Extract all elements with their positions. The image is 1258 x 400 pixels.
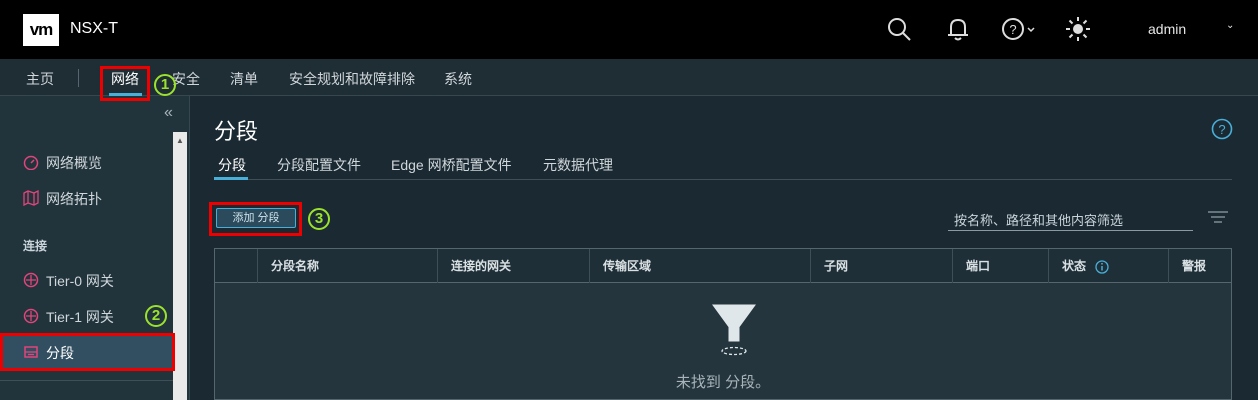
vmware-logo[interactable]: vm <box>23 14 59 46</box>
highlight-box-networking <box>100 66 150 101</box>
tab-edge-bridge-profiles[interactable]: Edge 网桥配置文件 <box>391 155 512 175</box>
tab-segments[interactable]: 分段 <box>218 155 246 175</box>
svg-text:?: ? <box>1218 122 1225 137</box>
scroll-up-icon[interactable]: ▲ <box>176 136 184 145</box>
help-icon[interactable]: ? <box>1211 118 1233 140</box>
router-icon <box>23 272 39 288</box>
user-menu[interactable]: admin <box>1148 21 1186 37</box>
sidebar-item-label: 网络概览 <box>46 155 102 171</box>
column-segment-name[interactable]: 分段名称 <box>257 249 437 283</box>
empty-state-message: 未找到 分段。 <box>675 374 771 391</box>
step-number-2: 2 <box>145 305 167 327</box>
search-icon[interactable] <box>886 16 912 42</box>
sidebar-item-label: Tier-0 网关 <box>46 273 114 289</box>
step-number-1: 1 <box>154 74 176 96</box>
highlight-box-add-segment <box>209 202 302 236</box>
page-title: 分段 <box>214 119 259 144</box>
sidebar-divider <box>0 380 173 381</box>
step-number-3: 3 <box>308 208 330 230</box>
collapse-sidebar-icon[interactable]: « <box>164 104 173 122</box>
nav-divider <box>78 69 79 87</box>
nav-system[interactable]: 系统 <box>444 69 472 89</box>
router-icon <box>23 308 39 324</box>
sidebar-item-label: Tier-1 网关 <box>46 309 114 325</box>
column-select[interactable] <box>215 249 257 283</box>
filter-empty-icon <box>712 304 756 356</box>
filter-icon[interactable] <box>1208 210 1228 224</box>
main-content: 分段 ? 分段 分段配置文件 Edge 网桥配置文件 元数据代理 添加 分段 按… <box>191 96 1258 400</box>
map-icon <box>23 190 39 206</box>
highlight-box-segments <box>0 333 175 371</box>
tab-segment-profiles[interactable]: 分段配置文件 <box>277 155 361 175</box>
nav-security[interactable]: 安全 <box>172 69 200 89</box>
sub-tabs: 分段 分段配置文件 Edge 网桥配置文件 元数据代理 <box>214 152 1232 180</box>
sun-icon[interactable] <box>1065 16 1091 42</box>
help-menu-icon[interactable]: ? <box>1001 16 1037 42</box>
chevron-down-icon[interactable]: ⌄ <box>1226 20 1234 31</box>
sidebar-section-connectivity: 连接 <box>23 239 48 253</box>
sidebar-item-network-topology[interactable]: 网络拓扑 <box>0 181 173 215</box>
tab-active-indicator <box>214 177 248 180</box>
bell-icon[interactable] <box>945 16 971 42</box>
nav-home[interactable]: 主页 <box>26 69 54 89</box>
filter-input[interactable]: 按名称、路径和其他内容筛选 <box>948 204 1193 231</box>
top-bar: vm NSX-T ? admin ⌄ <box>0 0 1258 59</box>
gauge-icon <box>23 155 39 170</box>
sidebar-item-label: 网络拓扑 <box>46 191 102 207</box>
column-ports[interactable]: 端口 <box>952 249 1048 283</box>
column-subnets[interactable]: 子网 <box>810 249 952 283</box>
info-icon[interactable] <box>1095 260 1110 274</box>
sidebar-item-tier0-gateway[interactable]: Tier-0 网关 <box>0 263 173 297</box>
column-status[interactable]: 状态 <box>1048 249 1168 283</box>
sidebar-scrollbar[interactable] <box>173 132 187 400</box>
filter-placeholder: 按名称、路径和其他内容筛选 <box>954 213 1124 228</box>
column-status-label: 状态 <box>1062 259 1087 273</box>
nav-inventory[interactable]: 清单 <box>230 69 258 89</box>
segments-table: 分段名称 连接的网关 传输区域 子网 端口 状态 警报 未找到 分段。 <box>214 248 1232 400</box>
column-alarms[interactable]: 警报 <box>1168 249 1231 283</box>
sidebar-item-network-overview[interactable]: 网络概览 <box>0 145 173 179</box>
app-title[interactable]: NSX-T <box>70 20 118 38</box>
tab-metadata-proxy[interactable]: 元数据代理 <box>543 155 613 175</box>
svg-text:?: ? <box>1009 22 1016 37</box>
table-header: 分段名称 连接的网关 传输区域 子网 端口 状态 警报 <box>215 249 1231 283</box>
column-connected-gateway[interactable]: 连接的网关 <box>437 249 589 283</box>
nav-plan-troubleshoot[interactable]: 安全规划和故障排除 <box>289 69 415 89</box>
main-nav: 主页 网络 安全 清单 安全规划和故障排除 系统 <box>0 59 1258 96</box>
column-transport-zone[interactable]: 传输区域 <box>589 249 810 283</box>
